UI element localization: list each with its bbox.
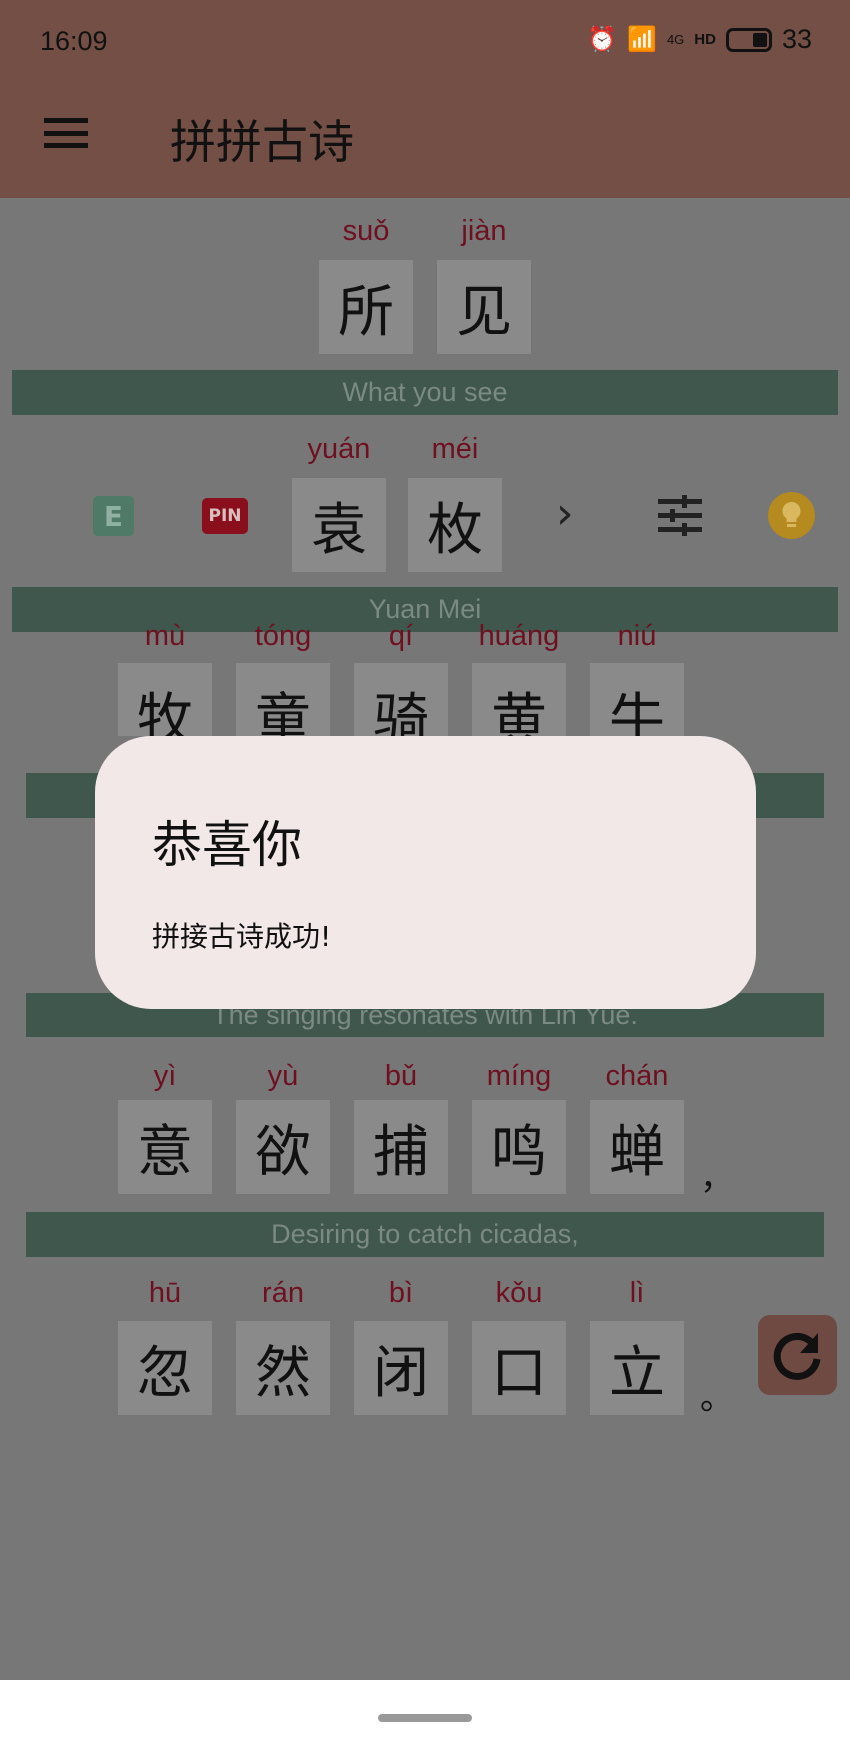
dialog-title: 恭喜你 bbox=[152, 816, 302, 874]
pinyin-label: méi bbox=[431, 433, 479, 465]
pinyin-label: qí bbox=[388, 620, 414, 652]
pinyin-label: hū bbox=[148, 1277, 182, 1309]
network-label: 4G bbox=[666, 32, 685, 47]
pinyin-label: kǒu bbox=[495, 1277, 543, 1309]
pinyin-label: bǔ bbox=[384, 1060, 418, 1092]
hd-label: HD bbox=[694, 31, 716, 48]
character-tile[interactable]: 鸣 bbox=[472, 1100, 566, 1194]
character-tile[interactable]: 枚 bbox=[408, 478, 502, 572]
pinyin-label: rán bbox=[262, 1277, 304, 1309]
character-tile[interactable]: 牧 bbox=[118, 663, 212, 736]
status-icons: ⏰ 📶 4G HD 33 bbox=[587, 24, 812, 55]
pinyin-label: niú bbox=[617, 620, 657, 652]
home-handle[interactable] bbox=[378, 1714, 472, 1722]
character-tile[interactable]: 然 bbox=[236, 1321, 330, 1415]
next-chevron-icon[interactable]: › bbox=[556, 488, 574, 539]
wifi-icon: 📶 bbox=[627, 26, 657, 53]
status-time: 16:09 bbox=[40, 26, 108, 56]
pinyin-label: tóng bbox=[254, 620, 312, 652]
refresh-icon bbox=[773, 1332, 820, 1380]
dialog-message: 拼接古诗成功! bbox=[152, 920, 332, 953]
punctuation: 。 bbox=[700, 1378, 734, 1418]
character-tile[interactable]: 袁 bbox=[292, 478, 386, 572]
pinyin-label: lì bbox=[629, 1277, 645, 1309]
character-tile[interactable]: 欲 bbox=[236, 1100, 330, 1194]
pinyin-label: mù bbox=[144, 620, 186, 652]
character-tile[interactable]: 口 bbox=[472, 1321, 566, 1415]
battery-level: 33 bbox=[781, 24, 812, 54]
character-tile[interactable]: 立 bbox=[590, 1321, 684, 1415]
character-tile[interactable]: 骑 bbox=[354, 663, 448, 736]
character-tile[interactable]: 捕 bbox=[354, 1100, 448, 1194]
character-tile[interactable]: 闭 bbox=[354, 1321, 448, 1415]
pinyin-label: yì bbox=[153, 1060, 177, 1092]
character-tile[interactable]: 童 bbox=[236, 663, 330, 736]
character-tile[interactable]: 见 bbox=[437, 260, 531, 354]
character-tile[interactable]: 意 bbox=[118, 1100, 212, 1194]
character-tile[interactable]: 黄 bbox=[472, 663, 566, 736]
character-tile[interactable]: 蝉 bbox=[590, 1100, 684, 1194]
hint-lightbulb-icon[interactable] bbox=[768, 492, 815, 539]
pinyin-toggle-icon[interactable]: PIN bbox=[202, 498, 248, 534]
alarm-icon: ⏰ bbox=[587, 26, 618, 53]
pinyin-label: chán bbox=[605, 1060, 669, 1092]
pinyin-label: huáng bbox=[478, 620, 560, 652]
refresh-button[interactable] bbox=[758, 1315, 837, 1395]
pinyin-label: yuán bbox=[307, 433, 371, 465]
punctuation: ， bbox=[700, 1158, 734, 1198]
settings-sliders-icon[interactable] bbox=[658, 495, 702, 537]
pinyin-label: míng bbox=[486, 1060, 552, 1092]
translation-bar: What you see bbox=[12, 370, 838, 415]
pinyin-label: suǒ bbox=[342, 215, 390, 247]
pinyin-label: bì bbox=[388, 1277, 414, 1309]
menu-icon[interactable] bbox=[44, 118, 88, 148]
pinyin-label: jiàn bbox=[461, 215, 507, 247]
translation-bar: Desiring to catch cicadas, bbox=[26, 1212, 824, 1257]
page-title: 拼拼古诗 bbox=[170, 115, 354, 169]
character-tile[interactable]: 忽 bbox=[118, 1321, 212, 1415]
pinyin-label: yù bbox=[267, 1060, 299, 1092]
character-tile[interactable]: 牛 bbox=[590, 663, 684, 736]
battery-icon bbox=[725, 27, 772, 52]
english-toggle-icon[interactable]: E bbox=[93, 496, 134, 536]
character-tile[interactable]: 所 bbox=[319, 260, 413, 354]
